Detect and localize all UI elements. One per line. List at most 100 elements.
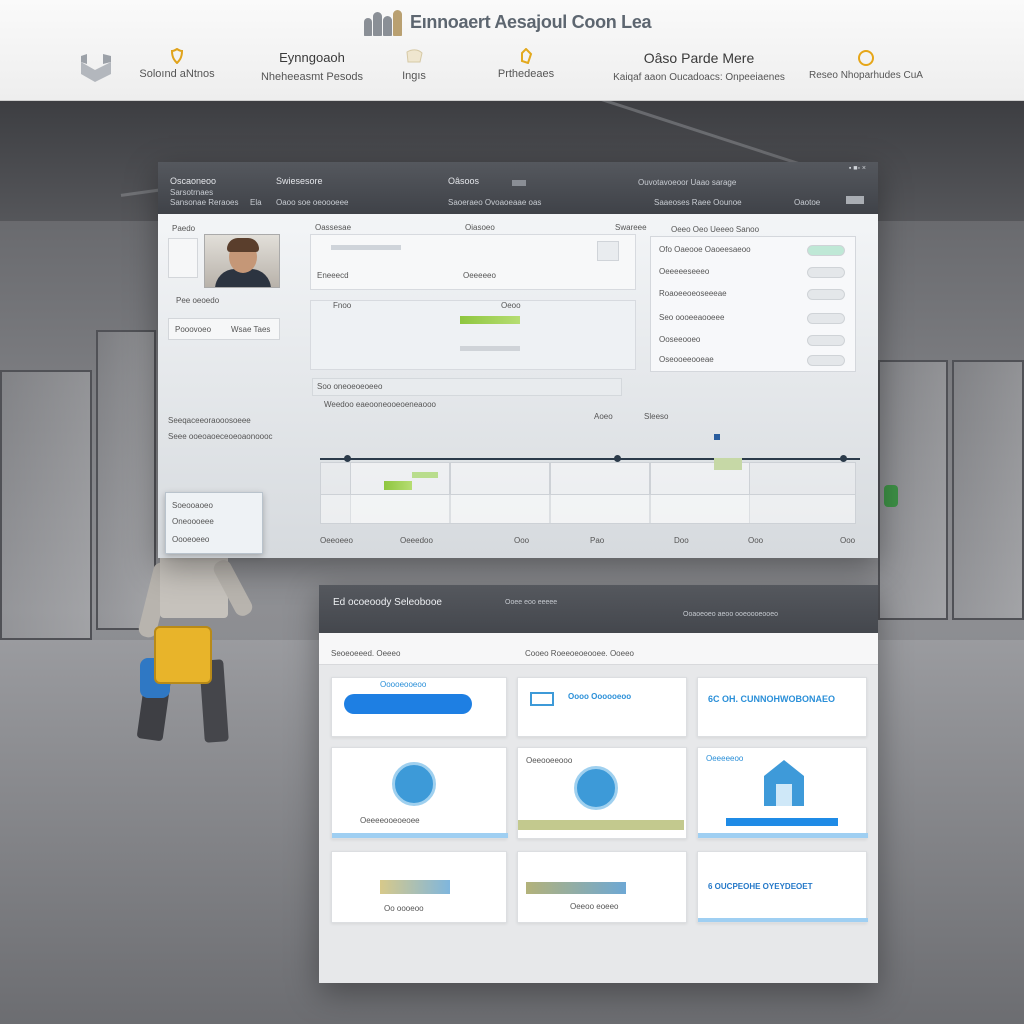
nav-title: Oâso Parde Mere	[643, 50, 755, 66]
folder-icon	[392, 762, 436, 806]
nav-item-ingis[interactable]: Ingıs	[392, 48, 436, 82]
settings-row-label: Seo oooeeaooeee	[659, 313, 725, 322]
shield-icon	[170, 48, 184, 64]
brand: Eınnoaert Aesajoul Coon Lea	[364, 8, 652, 36]
primary-button[interactable]	[344, 694, 472, 714]
settings-toggle[interactable]	[807, 335, 845, 346]
app-tile[interactable]: Oeeooeeooo	[517, 747, 687, 839]
app-tile-label: Oeeeeooeoeoee	[360, 816, 420, 825]
nav-item-engineering[interactable]: Eynngoaoh Nheheeasmt Pesods	[252, 50, 372, 83]
schedule-event[interactable]	[384, 481, 412, 490]
axis-label: Pao	[590, 536, 605, 545]
center-top-c: Swareee	[615, 223, 647, 232]
app-tile[interactable]: Oeeeeooeoeoee	[331, 747, 508, 839]
app-tile-label: Oeeooeeooo	[526, 756, 573, 765]
schedule-event[interactable]	[714, 458, 742, 470]
plant	[884, 485, 898, 507]
timeline	[320, 455, 860, 462]
photo-caption: Pee oeoedo	[176, 296, 220, 305]
app-tile[interactable]: 6C OH. CUNNOHWOBONAEO	[697, 677, 867, 737]
timeline-marker[interactable]	[614, 455, 621, 462]
app-tile[interactable]: Oooo Oooooeoo	[517, 677, 687, 737]
app-badge	[526, 882, 626, 894]
profile-photo	[204, 234, 280, 288]
nav-item-solutions[interactable]: Soloınd aNtnos	[132, 48, 222, 80]
timeline-marker[interactable]	[840, 455, 847, 462]
settings-row-label: Roaoeeoeoseeeae	[659, 289, 727, 298]
toolbar-left[interactable]: Seoeoeeed. Oeeeo	[331, 649, 400, 658]
nav-title: Eynngoaoh	[279, 50, 345, 65]
header-col2-row: Oaoo soe oeoooeee	[276, 198, 349, 207]
left-row[interactable]: Pooovoeo Wsae Taes	[168, 318, 280, 340]
schedule-event[interactable]	[412, 472, 438, 478]
settings-toggle[interactable]	[807, 289, 845, 300]
header-col1-tag: Ela	[250, 198, 262, 207]
header-col1-title: Oscaoneoo	[170, 176, 217, 186]
app-tile[interactable]: 6 OUCPEOHE OYEYDEOET	[697, 851, 868, 923]
center-top-a: Oassesae	[315, 223, 352, 232]
app-tile[interactable]: Ooooeooeoo	[331, 677, 507, 737]
axis-label: Doo	[674, 536, 689, 545]
nav-label: Kaiqaf aaon Oucadoacs: Onpeeiaenes	[613, 72, 785, 83]
settings-row-label: Ofo Oaeooe Oaoeesaeoo	[659, 245, 751, 254]
settings-panel: Oeeo Oeo Ueeeo Sanoo Ofo Oaeooe Oaoeesae…	[650, 225, 856, 372]
center-top-d: Eneeecd	[317, 271, 349, 280]
settings-panel-header: Oeeo Oeo Ueeeo Sanoo	[671, 225, 760, 234]
app-tile[interactable]: Oeeoo eoeeo	[517, 851, 687, 923]
toolbar-center[interactable]: Cooeo Roeeoeoeooee. Ooeeo	[525, 649, 634, 658]
header-col3-row: Saoeraeo Ovoaoeaae oas	[448, 198, 542, 207]
nav-label: Prthedeaes	[497, 68, 555, 80]
header-col4-row: Ouvotavoeoor Uaao sarage	[638, 178, 737, 187]
apps-title: Ed ocoeoody Seleobooe	[333, 597, 442, 608]
document-icon	[406, 49, 423, 63]
app-tile-label: Oeeoo eoeeo	[570, 902, 619, 911]
axis-label: Ooo	[748, 536, 764, 545]
app-tile-label: Ooooeooeoo	[380, 680, 427, 689]
apps-header-sub-b: Ooaoeoeo aeoo ooeoooeooeo	[683, 611, 778, 618]
left-row-label: Pooovoeo	[175, 325, 212, 334]
app-tile-label: 6C OH. CUNNOHWOBONAEO	[708, 694, 836, 704]
app-badge	[380, 880, 450, 894]
tag-icon	[521, 48, 533, 64]
window-controls[interactable]: ▪ ■▫ ×	[849, 165, 866, 172]
floating-card[interactable]: Soeooaoeo Oneoooeee Oooeoeeo	[165, 492, 263, 554]
app-tile[interactable]: Oeeeeeoo	[697, 747, 868, 839]
header-col2-title: Swiesesore	[276, 176, 323, 186]
left-footer-b: Seee ooeoaoeceoeoaonoooc	[168, 432, 273, 441]
center-top-b: Oiasoeo	[465, 223, 495, 232]
apps-toolbar: Seoeoeeed. Oeeeo Cooeo Roeeoeoeooee. Ooe…	[319, 633, 878, 665]
nav-item-products[interactable]: Prthedeaes	[486, 48, 566, 80]
apps-header-sub-a: Ooee eoo eeeee	[505, 599, 558, 606]
left-mini-card	[168, 238, 198, 278]
nav-label: Ingıs	[402, 70, 426, 82]
app-tile-label: 6 OUCPEOHE OYEYDEOET	[708, 882, 813, 891]
nav-item-resources[interactable]: Reseo Nhoparhudes CuA	[796, 48, 936, 81]
header-icon	[846, 196, 864, 204]
settings-toggle[interactable]	[807, 355, 845, 366]
timeline-marker[interactable]	[344, 455, 351, 462]
circle-icon	[858, 50, 874, 66]
center-mid-b: Oeoo	[501, 301, 521, 310]
center-top-e: Oeeeeeo	[463, 271, 496, 280]
floating-card-line: Oneoooeee	[172, 517, 214, 526]
app-tile[interactable]: Oo oooeoo	[331, 851, 507, 923]
cube-icon	[81, 54, 111, 82]
nav-label: Nheheeasmt Pesods	[260, 71, 364, 83]
axis-label: Ooo	[514, 536, 530, 545]
nav-item-home[interactable]	[76, 50, 116, 84]
progress-track	[331, 245, 401, 250]
left-label: Paedo	[172, 224, 196, 233]
brand-logo-icon	[364, 8, 404, 36]
header-chip	[512, 180, 526, 186]
settings-toggle[interactable]	[807, 267, 845, 278]
center-strip: Soo oneoeoeoeeo	[312, 378, 622, 396]
nav-item-office[interactable]: Oâso Parde Mere Kaiqaf aaon Oucadoacs: O…	[604, 50, 794, 83]
tile-accent	[332, 833, 508, 838]
tile-accent	[518, 820, 684, 830]
tile-accent	[698, 918, 868, 922]
settings-row-label: Oseooeeooeae	[659, 355, 714, 364]
center-mid-a: Fnoo	[333, 301, 352, 310]
settings-toggle[interactable]	[807, 313, 845, 324]
settings-toggle[interactable]	[807, 245, 845, 256]
center-strip-c: Aoeo	[594, 412, 613, 421]
